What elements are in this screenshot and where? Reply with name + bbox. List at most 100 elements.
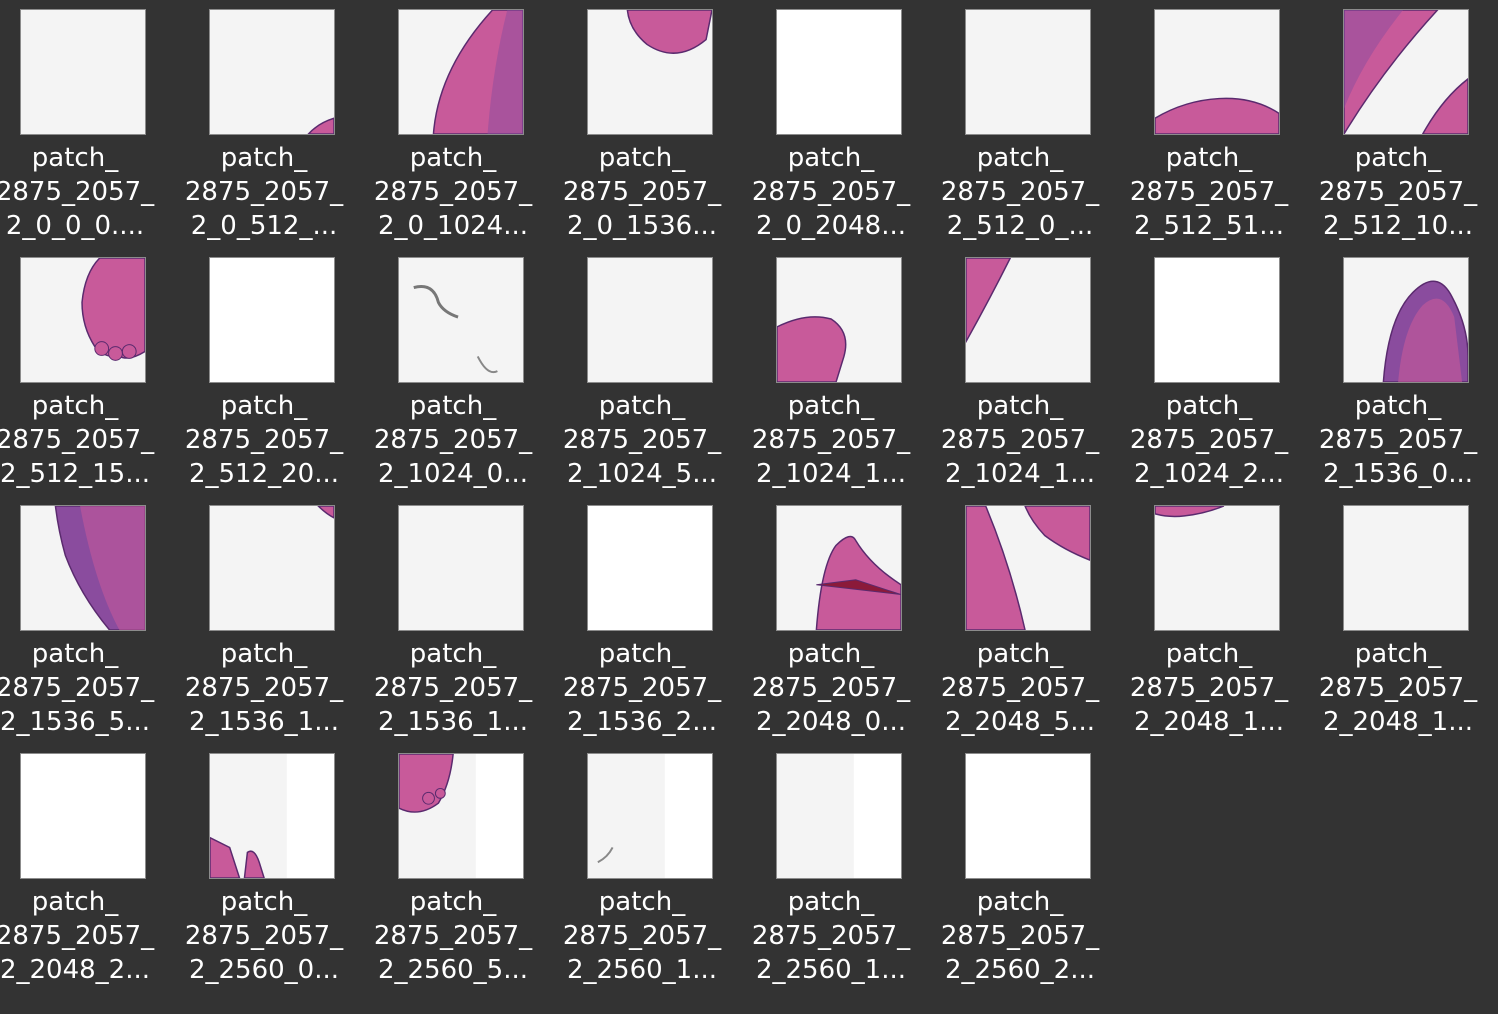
file-name-line: 2_1024_1... [755, 459, 907, 489]
file-item[interactable]: patch_ 2875_2057_ 2_2560_1... [746, 753, 934, 993]
file-item[interactable]: patch_ 2875_2057_ 2_2048_1... [1124, 505, 1312, 745]
image-thumbnail[interactable] [776, 257, 902, 383]
file-item[interactable]: patch_ 2875_2057_ 2_0_2048... [746, 9, 934, 249]
file-name-line: patch_ [31, 391, 119, 421]
file-item[interactable]: patch_ 2875_2057_ 2_1024_1... [935, 257, 1123, 497]
file-name-line: patch_ [787, 143, 875, 173]
file-name-label: patch_ 2875_2057_ 2_512_10... [1313, 141, 1483, 243]
image-thumbnail[interactable] [965, 9, 1091, 135]
file-name-label: patch_ 2875_2057_ 2_1536_1... [179, 637, 349, 739]
file-name-line: patch_ [220, 887, 308, 917]
file-name-line: 2875_2057_ [184, 425, 344, 455]
file-name-line: 2_0_512_... [190, 211, 338, 241]
file-item[interactable]: patch_ 2875_2057_ 2_1024_1... [746, 257, 934, 497]
image-thumbnail[interactable] [209, 9, 335, 135]
file-item[interactable]: patch_ 2875_2057_ 2_2048_1... [1313, 505, 1498, 745]
file-item[interactable]: patch_ 2875_2057_ 2_512_0_... [935, 9, 1123, 249]
image-thumbnail[interactable] [965, 257, 1091, 383]
image-thumbnail[interactable] [398, 257, 524, 383]
file-name-line: 2875_2057_ [751, 673, 911, 703]
file-name-line: 2875_2057_ [373, 673, 533, 703]
image-thumbnail[interactable] [1343, 9, 1469, 135]
file-name-line: patch_ [220, 391, 308, 421]
file-item[interactable]: patch_ 2875_2057_ 2_2048_2... [0, 753, 178, 993]
file-item[interactable]: patch_ 2875_2057_ 2_0_1536... [557, 9, 745, 249]
image-thumbnail[interactable] [587, 505, 713, 631]
image-thumbnail[interactable] [776, 9, 902, 135]
file-name-line: 2875_2057_ [1318, 673, 1478, 703]
file-name-label: patch_ 2875_2057_ 2_1536_1... [368, 637, 538, 739]
image-thumbnail[interactable] [398, 753, 524, 879]
image-thumbnail[interactable] [587, 9, 713, 135]
file-item[interactable]: patch_ 2875_2057_ 2_1536_5... [0, 505, 178, 745]
file-name-line: 2875_2057_ [0, 921, 155, 951]
file-item[interactable]: patch_ 2875_2057_ 2_1536_1... [368, 505, 556, 745]
image-thumbnail[interactable] [20, 9, 146, 135]
image-thumbnail[interactable] [20, 753, 146, 879]
image-thumbnail[interactable] [398, 9, 524, 135]
file-name-line: 2875_2057_ [562, 673, 722, 703]
file-name-line: 2875_2057_ [184, 921, 344, 951]
file-name-label: patch_ 2875_2057_ 2_512_20... [179, 389, 349, 491]
image-thumbnail[interactable] [1154, 257, 1280, 383]
image-thumbnail[interactable] [209, 753, 335, 879]
file-name-line: patch_ [1354, 639, 1442, 669]
file-item[interactable]: patch_ 2875_2057_ 2_512_15... [0, 257, 178, 497]
file-item[interactable]: patch_ 2875_2057_ 2_512_51... [1124, 9, 1312, 249]
file-name-label: patch_ 2875_2057_ 2_0_1024... [368, 141, 538, 243]
image-thumbnail[interactable] [1343, 257, 1469, 383]
file-name-label: patch_ 2875_2057_ 2_2560_2... [935, 885, 1105, 987]
file-name-line: patch_ [598, 391, 686, 421]
image-thumbnail[interactable] [965, 505, 1091, 631]
file-name-line: 2875_2057_ [1129, 673, 1289, 703]
image-thumbnail[interactable] [965, 753, 1091, 879]
image-thumbnail[interactable] [776, 505, 902, 631]
file-name-line: patch_ [976, 887, 1064, 917]
image-thumbnail[interactable] [587, 753, 713, 879]
image-thumbnail[interactable] [20, 505, 146, 631]
file-name-line: 2875_2057_ [0, 673, 155, 703]
file-item[interactable]: patch_ 2875_2057_ 2_2048_0... [746, 505, 934, 745]
file-name-line: patch_ [976, 143, 1064, 173]
file-item[interactable]: patch_ 2875_2057_ 2_0_512_... [179, 9, 367, 249]
file-item[interactable]: patch_ 2875_2057_ 2_0_1024... [368, 9, 556, 249]
image-thumbnail[interactable] [398, 505, 524, 631]
file-name-line: 2875_2057_ [940, 177, 1100, 207]
file-name-line: patch_ [409, 391, 497, 421]
file-name-label: patch_ 2875_2057_ 2_0_512_... [179, 141, 349, 243]
file-item[interactable]: patch_ 2875_2057_ 2_1024_0... [368, 257, 556, 497]
image-thumbnail[interactable] [209, 257, 335, 383]
file-name-line: 2_0_2048... [755, 211, 907, 241]
file-name-line: patch_ [976, 639, 1064, 669]
image-thumbnail[interactable] [1343, 505, 1469, 631]
file-name-label: patch_ 2875_2057_ 2_2048_5... [935, 637, 1105, 739]
file-item[interactable]: patch_ 2875_2057_ 2_2560_2... [935, 753, 1123, 993]
file-item[interactable]: patch_ 2875_2057_ 2_512_20... [179, 257, 367, 497]
file-name-line: 2875_2057_ [1129, 177, 1289, 207]
file-name-line: 2_1024_2... [1133, 459, 1285, 489]
file-item[interactable]: patch_ 2875_2057_ 2_2560_1... [557, 753, 745, 993]
file-item[interactable]: patch_ 2875_2057_ 2_0_0_0.... [0, 9, 178, 249]
file-name-label: patch_ 2875_2057_ 2_1024_1... [746, 389, 916, 491]
image-thumbnail[interactable] [20, 257, 146, 383]
file-name-line: 2_2048_1... [1322, 707, 1474, 737]
file-name-line: 2_2560_0... [188, 955, 340, 985]
file-item[interactable]: patch_ 2875_2057_ 2_1024_5... [557, 257, 745, 497]
image-thumbnail[interactable] [1154, 505, 1280, 631]
file-item[interactable]: patch_ 2875_2057_ 2_1024_2... [1124, 257, 1312, 497]
file-item[interactable]: patch_ 2875_2057_ 2_2560_5... [368, 753, 556, 993]
file-item[interactable]: patch_ 2875_2057_ 2_1536_0... [1313, 257, 1498, 497]
file-name-label: patch_ 2875_2057_ 2_1536_5... [0, 637, 160, 739]
image-thumbnail[interactable] [1154, 9, 1280, 135]
file-name-line: 2875_2057_ [751, 425, 911, 455]
file-name-label: patch_ 2875_2057_ 2_2560_0... [179, 885, 349, 987]
image-thumbnail[interactable] [209, 505, 335, 631]
file-item[interactable]: patch_ 2875_2057_ 2_2048_5... [935, 505, 1123, 745]
file-item[interactable]: patch_ 2875_2057_ 2_512_10... [1313, 9, 1498, 249]
image-thumbnail[interactable] [776, 753, 902, 879]
file-item[interactable]: patch_ 2875_2057_ 2_2560_0... [179, 753, 367, 993]
file-name-line: patch_ [787, 887, 875, 917]
file-item[interactable]: patch_ 2875_2057_ 2_1536_1... [179, 505, 367, 745]
image-thumbnail[interactable] [587, 257, 713, 383]
file-item[interactable]: patch_ 2875_2057_ 2_1536_2... [557, 505, 745, 745]
